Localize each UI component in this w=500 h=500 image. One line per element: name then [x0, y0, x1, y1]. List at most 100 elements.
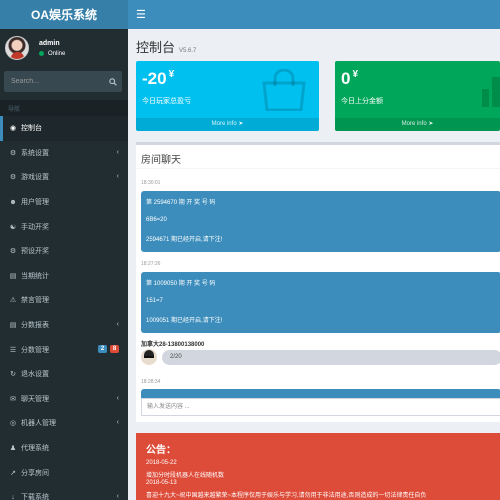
- sidebar-item-label: 聊天管理: [21, 395, 49, 403]
- message-time: 18:27:26: [141, 261, 161, 267]
- sidebar-item-7[interactable]: ▤ 当期统计: [0, 264, 128, 289]
- sidebar-item-label: 禁言管理: [21, 297, 49, 305]
- top-navbar: ☰: [128, 0, 500, 29]
- notice-line: 喜迎十九大~祝中国越来越繁荣~本程序仅用于娱乐与学习,请勿用于非法用途,否则造成…: [146, 493, 427, 499]
- gamepad-icon: ⚙: [9, 174, 17, 182]
- sidebar-menu: ◉ 控制台 ⚙ 系统设置 ‹ ⚙ 游戏设置 ‹ ☻ 用户管理 ☯ 手动开奖 ⚙ 预设开奖 ▤ 当期统计 ⚠ 禁言管…: [0, 116, 128, 500]
- message-line: 第 2594670 期 开 奖 号 码: [146, 200, 216, 206]
- sidebar-item-label: 分享房间: [21, 469, 49, 477]
- sidebar-item-14[interactable]: ♟ 代理系统: [0, 436, 128, 461]
- sidebar-item-label: 机器人管理: [21, 420, 56, 428]
- stat-box-profit: -20 ¥ 今日玩家总盈亏 More info ➤: [136, 61, 319, 131]
- stat-box-deposit: 0 ¥ 今日上分金额 More info ➤: [335, 61, 500, 131]
- search-icon[interactable]: [104, 71, 122, 92]
- hamburger-icon[interactable]: ☰: [136, 8, 146, 21]
- notice-line: 2018-05-22: [146, 460, 177, 466]
- sidebar-search: [4, 71, 122, 92]
- page-title-text: 控制台: [136, 40, 176, 55]
- sidebar-item-label: 手动开奖: [21, 223, 49, 231]
- table-icon: ▤: [9, 322, 17, 330]
- sidebar-item-4[interactable]: ☻ 用户管理: [0, 190, 128, 215]
- chat-icon: ✉: [10, 395, 16, 403]
- message-line: 6B6=20: [146, 217, 167, 223]
- sidebar-item-label: 游戏设置: [21, 174, 49, 182]
- message-line: 151=7: [146, 298, 163, 304]
- sidebar-item-5[interactable]: ☯ 手动开奖: [0, 214, 128, 239]
- sidebar-item-10[interactable]: ☰ 分数管理 2 8: [0, 337, 128, 362]
- chevron-left-icon: ‹: [116, 173, 119, 181]
- message-line: 1009051 期已经开启,请下注!: [146, 318, 223, 324]
- avatar: [5, 36, 29, 60]
- more-info-link[interactable]: More info ➤: [335, 118, 500, 131]
- sidebar-item-label: 分数管理: [21, 346, 49, 354]
- notice-line: 2018-05-13: [146, 480, 177, 486]
- list-icon: ☰: [9, 346, 17, 354]
- notice-panel: 公告： 2018-05-22 增加分时段机器人在线随机数 2018-05-13 …: [136, 433, 500, 500]
- stat-label: 今日上分金额: [341, 98, 383, 105]
- page-title: 控制台 V5.6.7: [136, 37, 196, 56]
- online-dot-icon: [39, 51, 44, 56]
- chat-box: 房间聊天 18:30:01 第 2594670 期 开 奖 号 码 6B6=20…: [136, 142, 500, 422]
- sidebar-item-11[interactable]: ↻ 退水设置: [0, 362, 128, 387]
- sidebar: admin Online 导航 ◉ 控制台 ⚙ 系统设置 ‹ ⚙ 游戏设置 ‹ ☻ 用户管理 ☯ 手动…: [0, 29, 128, 500]
- stat-label: 今日玩家总盈亏: [142, 98, 191, 105]
- user-panel: admin Online: [0, 29, 128, 67]
- message-bubble: 第 1009050 期 开 奖 号 码 151=7 1009051 期已经开启,…: [141, 272, 500, 333]
- sidebar-item-8[interactable]: ⚠ 禁言管理: [0, 288, 128, 313]
- chevron-left-icon: ‹: [116, 320, 119, 328]
- count-badge: 2: [98, 345, 107, 354]
- stat-value: -20 ¥: [142, 69, 175, 88]
- message-line: 第 1009050 期 开 奖 号 码: [146, 281, 216, 287]
- user-status-label: Online: [48, 50, 66, 57]
- chat-title: 房间聊天: [136, 145, 500, 169]
- cogs-icon: ⚙: [9, 149, 17, 157]
- chat-avatar: [141, 349, 157, 365]
- sidebar-item-label: 当期统计: [21, 272, 49, 280]
- main-content: 控制台 V5.6.7 -20 ¥ 今日玩家总盈亏 More info ➤ 0 ¥ 今日…: [128, 29, 500, 500]
- download-icon: ↓: [11, 493, 15, 500]
- notice-line: 增加分时段机器人在线随机数: [146, 473, 225, 479]
- chevron-left-icon: ‹: [116, 148, 119, 156]
- message-time: 18:30:01: [141, 180, 161, 186]
- chat-user-name: 加拿大28-13800138000: [141, 342, 205, 348]
- search-input[interactable]: [4, 71, 104, 92]
- bar-chart-icon: ▤: [9, 272, 17, 280]
- notice-title: 公告：: [146, 445, 176, 456]
- refresh-icon: ↻: [10, 371, 16, 379]
- warning-icon: ⚠: [9, 297, 17, 305]
- handshake-icon: ☯: [9, 223, 17, 231]
- sidebar-item-label: 分数报表: [21, 322, 49, 330]
- bar-chart-icon: [480, 77, 500, 109]
- shopping-bag-icon: [261, 68, 307, 113]
- sidebar-item-label: 用户管理: [21, 199, 49, 207]
- sidebar-item-3[interactable]: ⚙ 游戏设置 ‹: [0, 165, 128, 190]
- message-bubble: 第 2594670 期 开 奖 号 码 6B6=20 2594671 期已经开启…: [141, 191, 500, 252]
- more-info-link[interactable]: More info ➤: [136, 118, 319, 131]
- user-status: Online: [39, 51, 65, 57]
- sidebar-item-label: 系统设置: [21, 149, 49, 157]
- user-message-bubble: 2/20: [162, 350, 500, 365]
- sidebar-item-12[interactable]: ✉ 聊天管理 ‹: [0, 387, 128, 412]
- sidebar-item-15[interactable]: ↗ 分享房间: [0, 460, 128, 485]
- sidebar-item-16[interactable]: ↓ 下载系统 ‹: [0, 485, 128, 500]
- robot-icon: ◎: [9, 420, 17, 428]
- users-icon: ☻: [9, 198, 17, 206]
- user-name: admin: [39, 39, 60, 47]
- sidebar-item-label: 代理系统: [21, 445, 49, 453]
- dashboard-icon: ◉: [9, 125, 17, 133]
- chevron-left-icon: ‹: [116, 492, 119, 500]
- app-logo[interactable]: OA娱乐系统: [0, 0, 128, 29]
- sidebar-item-13[interactable]: ◎ 机器人管理 ‹: [0, 411, 128, 436]
- chat-input-wrap: [141, 398, 500, 416]
- chat-input[interactable]: [142, 399, 500, 415]
- chevron-left-icon: ‹: [116, 419, 119, 427]
- gear-icon: ⚙: [9, 248, 17, 256]
- sidebar-item-label: 下载系统: [21, 494, 49, 500]
- sidebar-item-6[interactable]: ⚙ 预设开奖: [0, 239, 128, 264]
- agent-icon: ♟: [9, 445, 17, 453]
- sidebar-item-9[interactable]: ▤ 分数报表 ‹: [0, 313, 128, 338]
- share-icon: ↗: [10, 469, 16, 477]
- sidebar-item-2[interactable]: ⚙ 系统设置 ‹: [0, 141, 128, 166]
- sidebar-item-1[interactable]: ◉ 控制台: [0, 116, 128, 141]
- chat-messages[interactable]: 18:30:01 第 2594670 期 开 奖 号 码 6B6=20 2594…: [136, 169, 500, 400]
